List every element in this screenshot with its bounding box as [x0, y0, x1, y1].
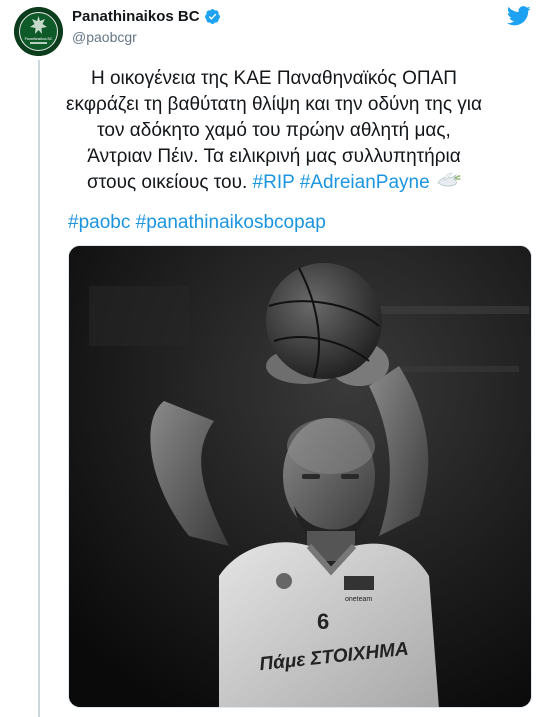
- tweet-text: Η οικογένεια της ΚΑΕ Παναθηναϊκός ΟΠΑΠ ε…: [14, 66, 534, 196]
- basketball-player-photo: 6 Πάμε ΣΤΟΙΧΗΜΑ oneteam: [69, 246, 531, 707]
- tweet-text-line: Η οικογένεια της ΚΑΕ Παναθηναϊκός ΟΠΑΠ: [90, 68, 458, 89]
- tweet-text-line: Άντριαν Πέιν. Τα ειλικρινή μας συλλυπητή…: [87, 146, 461, 167]
- dove-icon: [435, 172, 461, 190]
- jersey-number: 6: [317, 609, 329, 634]
- hashtag-rip[interactable]: #RIP: [253, 172, 295, 193]
- author-name-row[interactable]: Panathinaikos BC: [72, 8, 221, 25]
- hashtag-panathinaikosbcopap[interactable]: #panathinaikosbcopap: [136, 212, 326, 233]
- avatar-text: Panathinaikos BC: [25, 37, 53, 41]
- verified-badge-icon: [204, 8, 221, 25]
- tweet-text-last-line: στους οικείους του. #RIP #AdreianPayne: [14, 170, 534, 196]
- tweet-text-line: εκφράζει τη βαθύτατη θλίψη και την οδύνη…: [65, 94, 482, 115]
- tweet-text-line: τον αδόκητο χαμό του πρώην αθλητή μας,: [97, 120, 451, 141]
- display-name[interactable]: Panathinaikos BC: [72, 8, 200, 25]
- user-handle[interactable]: @paobcgr: [72, 29, 137, 45]
- jersey-patch: oneteam: [345, 596, 372, 603]
- avatar[interactable]: Panathinaikos BC: [14, 7, 63, 56]
- hashtag-adreianpayne[interactable]: #AdreianPayne: [300, 172, 430, 193]
- tweet-text-fragment: στους οικείους του.: [87, 172, 248, 193]
- footer-hashtags: #paobc #panathinaikosbcopap: [68, 210, 326, 236]
- tweet-photo[interactable]: 6 Πάμε ΣΤΟΙΧΗΜΑ oneteam: [68, 245, 532, 708]
- tweet-card[interactable]: Panathinaikos BC Panathinaikos BC @paobc…: [0, 0, 541, 717]
- twitter-bird-icon[interactable]: [506, 6, 531, 26]
- hashtag-paobc[interactable]: #paobc: [68, 212, 130, 233]
